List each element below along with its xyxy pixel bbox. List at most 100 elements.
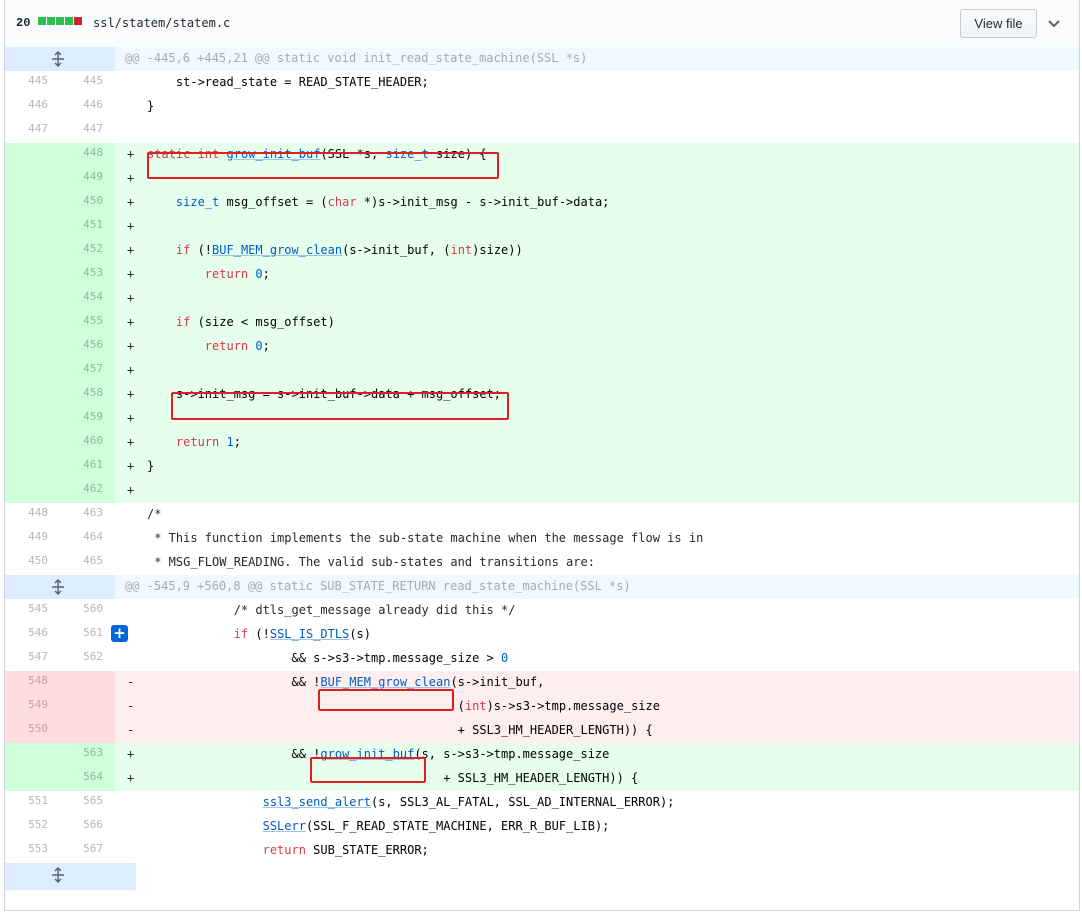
old-line-number[interactable]	[5, 239, 60, 263]
new-line-number[interactable]: 457	[60, 359, 115, 383]
new-line-number[interactable]: 452	[60, 239, 115, 263]
old-line-number[interactable]: 551	[5, 791, 60, 815]
expand-button[interactable]	[5, 47, 115, 71]
diff-line: 449 464 * This function implements the su…	[5, 527, 1079, 551]
old-line-number[interactable]: 446	[5, 95, 60, 119]
old-line-number[interactable]	[5, 407, 60, 431]
expand-button[interactable]	[5, 575, 115, 599]
diff-line: 450 + size_t msg_offset = (char *)s->init…	[5, 191, 1079, 215]
new-line-number[interactable]: 462	[60, 479, 115, 503]
old-line-number[interactable]: 546	[5, 623, 60, 647]
diff-line: 450 465 * MSG_FLOW_READING. The valid sub…	[5, 551, 1079, 575]
old-line-number[interactable]: 450	[5, 551, 60, 575]
new-line-number[interactable]	[60, 671, 115, 695]
new-line-number[interactable]: 567	[60, 839, 115, 863]
old-line-number[interactable]	[5, 335, 60, 359]
old-line-number[interactable]: 550	[5, 719, 60, 743]
new-line-number[interactable]: 450	[60, 191, 115, 215]
old-line-number[interactable]	[5, 743, 60, 767]
new-line-number[interactable]: 461	[60, 455, 115, 479]
new-line-number[interactable]: 449	[60, 167, 115, 191]
new-line-number[interactable]: 563	[60, 743, 115, 767]
new-line-number[interactable]	[60, 695, 115, 719]
old-line-number[interactable]	[5, 263, 60, 287]
diff-line: 452 + if (!BUF_MEM_grow_clean(s->init_buf…	[5, 239, 1079, 263]
code-text: + SSL3_HM_HEADER_LENGTH)) {	[147, 723, 653, 737]
old-line-number[interactable]: 549	[5, 695, 60, 719]
hunk-header-text: @@ -445,6 +445,21 @@ static void init_re…	[125, 51, 588, 65]
old-line-number[interactable]	[5, 479, 60, 503]
old-line-number[interactable]	[5, 455, 60, 479]
old-line-number[interactable]	[5, 167, 60, 191]
new-line-number[interactable]	[60, 719, 115, 743]
new-line-number[interactable]: 566	[60, 815, 115, 839]
old-line-number[interactable]	[5, 287, 60, 311]
new-line-number[interactable]: 564	[60, 767, 115, 791]
new-line-number[interactable]: 560	[60, 599, 115, 623]
old-line-number[interactable]	[5, 431, 60, 455]
diff-line: 551 565 ssl3_send_alert(s, SSL3_AL_FATAL,…	[5, 791, 1079, 815]
old-line-number[interactable]: 552	[5, 815, 60, 839]
old-line-number[interactable]: 449	[5, 527, 60, 551]
old-line-number[interactable]	[5, 143, 60, 167]
diff-line: 546 561 if (!SSL_IS_DTLS(s) +	[5, 623, 1079, 647]
highlight-box	[147, 152, 499, 179]
diff-line: 545 560 /* dtls_get_message already did t…	[5, 599, 1079, 623]
diff-marker: +	[127, 291, 135, 305]
diff-line: 456 + return 0;	[5, 335, 1079, 359]
old-line-number[interactable]	[5, 383, 60, 407]
new-line-number[interactable]: 451	[60, 215, 115, 239]
old-line-number[interactable]	[5, 359, 60, 383]
new-line-number[interactable]: 460	[60, 431, 115, 455]
old-line-number[interactable]	[5, 311, 60, 335]
diff-marker: +	[127, 267, 135, 281]
new-line-number[interactable]: 448	[60, 143, 115, 167]
diff-line: 563 + && !grow_init_buf(s, s->s3->tmp.mes…	[5, 743, 1079, 767]
new-line-number[interactable]: 561	[60, 623, 115, 647]
file-path[interactable]: ssl/statem/statem.c	[93, 16, 230, 30]
new-line-number[interactable]: 446	[60, 95, 115, 119]
new-line-number[interactable]: 447	[60, 119, 115, 143]
diff-marker: +	[127, 195, 135, 209]
code-text: }	[147, 99, 155, 113]
chevron-down-icon[interactable]	[1046, 15, 1062, 31]
new-line-number[interactable]: 445	[60, 71, 115, 95]
highlight-box	[310, 757, 426, 783]
expand-button[interactable]	[5, 863, 136, 890]
new-line-number[interactable]: 565	[60, 791, 115, 815]
new-line-number[interactable]: 453	[60, 263, 115, 287]
diff-line: 447 447	[5, 119, 1079, 143]
diff-marker: +	[127, 339, 135, 353]
new-line-number[interactable]: 458	[60, 383, 115, 407]
new-line-number[interactable]: 464	[60, 527, 115, 551]
diff-line: 448 463 /*	[5, 503, 1079, 527]
code-text: size_t msg_offset = (char *)s->init_msg …	[175, 195, 610, 209]
view-file-button[interactable]: View file	[960, 9, 1037, 38]
old-line-number[interactable]: 448	[5, 503, 60, 527]
old-line-number[interactable]: 553	[5, 839, 60, 863]
old-line-number[interactable]: 447	[5, 119, 60, 143]
old-line-number[interactable]	[5, 215, 60, 239]
new-line-number[interactable]: 459	[60, 407, 115, 431]
old-line-number[interactable]	[5, 191, 60, 215]
old-line-number[interactable]: 548	[5, 671, 60, 695]
old-line-number[interactable]	[5, 767, 60, 791]
new-line-number[interactable]: 455	[60, 311, 115, 335]
new-line-number[interactable]: 456	[60, 335, 115, 359]
new-line-number[interactable]: 562	[60, 647, 115, 671]
old-line-number[interactable]: 545	[5, 599, 60, 623]
diff-line: 547 562 && s->s3->tmp.message_size > 0	[5, 647, 1079, 671]
new-line-number[interactable]: 463	[60, 503, 115, 527]
diff-line: 549- (int)s->s3->tmp.message_size	[5, 695, 1079, 719]
add-comment-button[interactable]: +	[111, 625, 128, 642]
new-line-number[interactable]: 454	[60, 287, 115, 311]
code-text: /* dtls_get_message already did this */	[147, 603, 516, 617]
diff-marker: +	[127, 363, 135, 377]
old-line-number[interactable]: 547	[5, 647, 60, 671]
code-text: if (!BUF_MEM_grow_clean(s->init_buf, (in…	[175, 243, 523, 257]
diff-line: 461 +}	[5, 455, 1079, 479]
new-line-number[interactable]: 465	[60, 551, 115, 575]
diff-marker: -	[127, 699, 135, 713]
old-line-number[interactable]: 445	[5, 71, 60, 95]
diff-marker: +	[127, 747, 135, 761]
